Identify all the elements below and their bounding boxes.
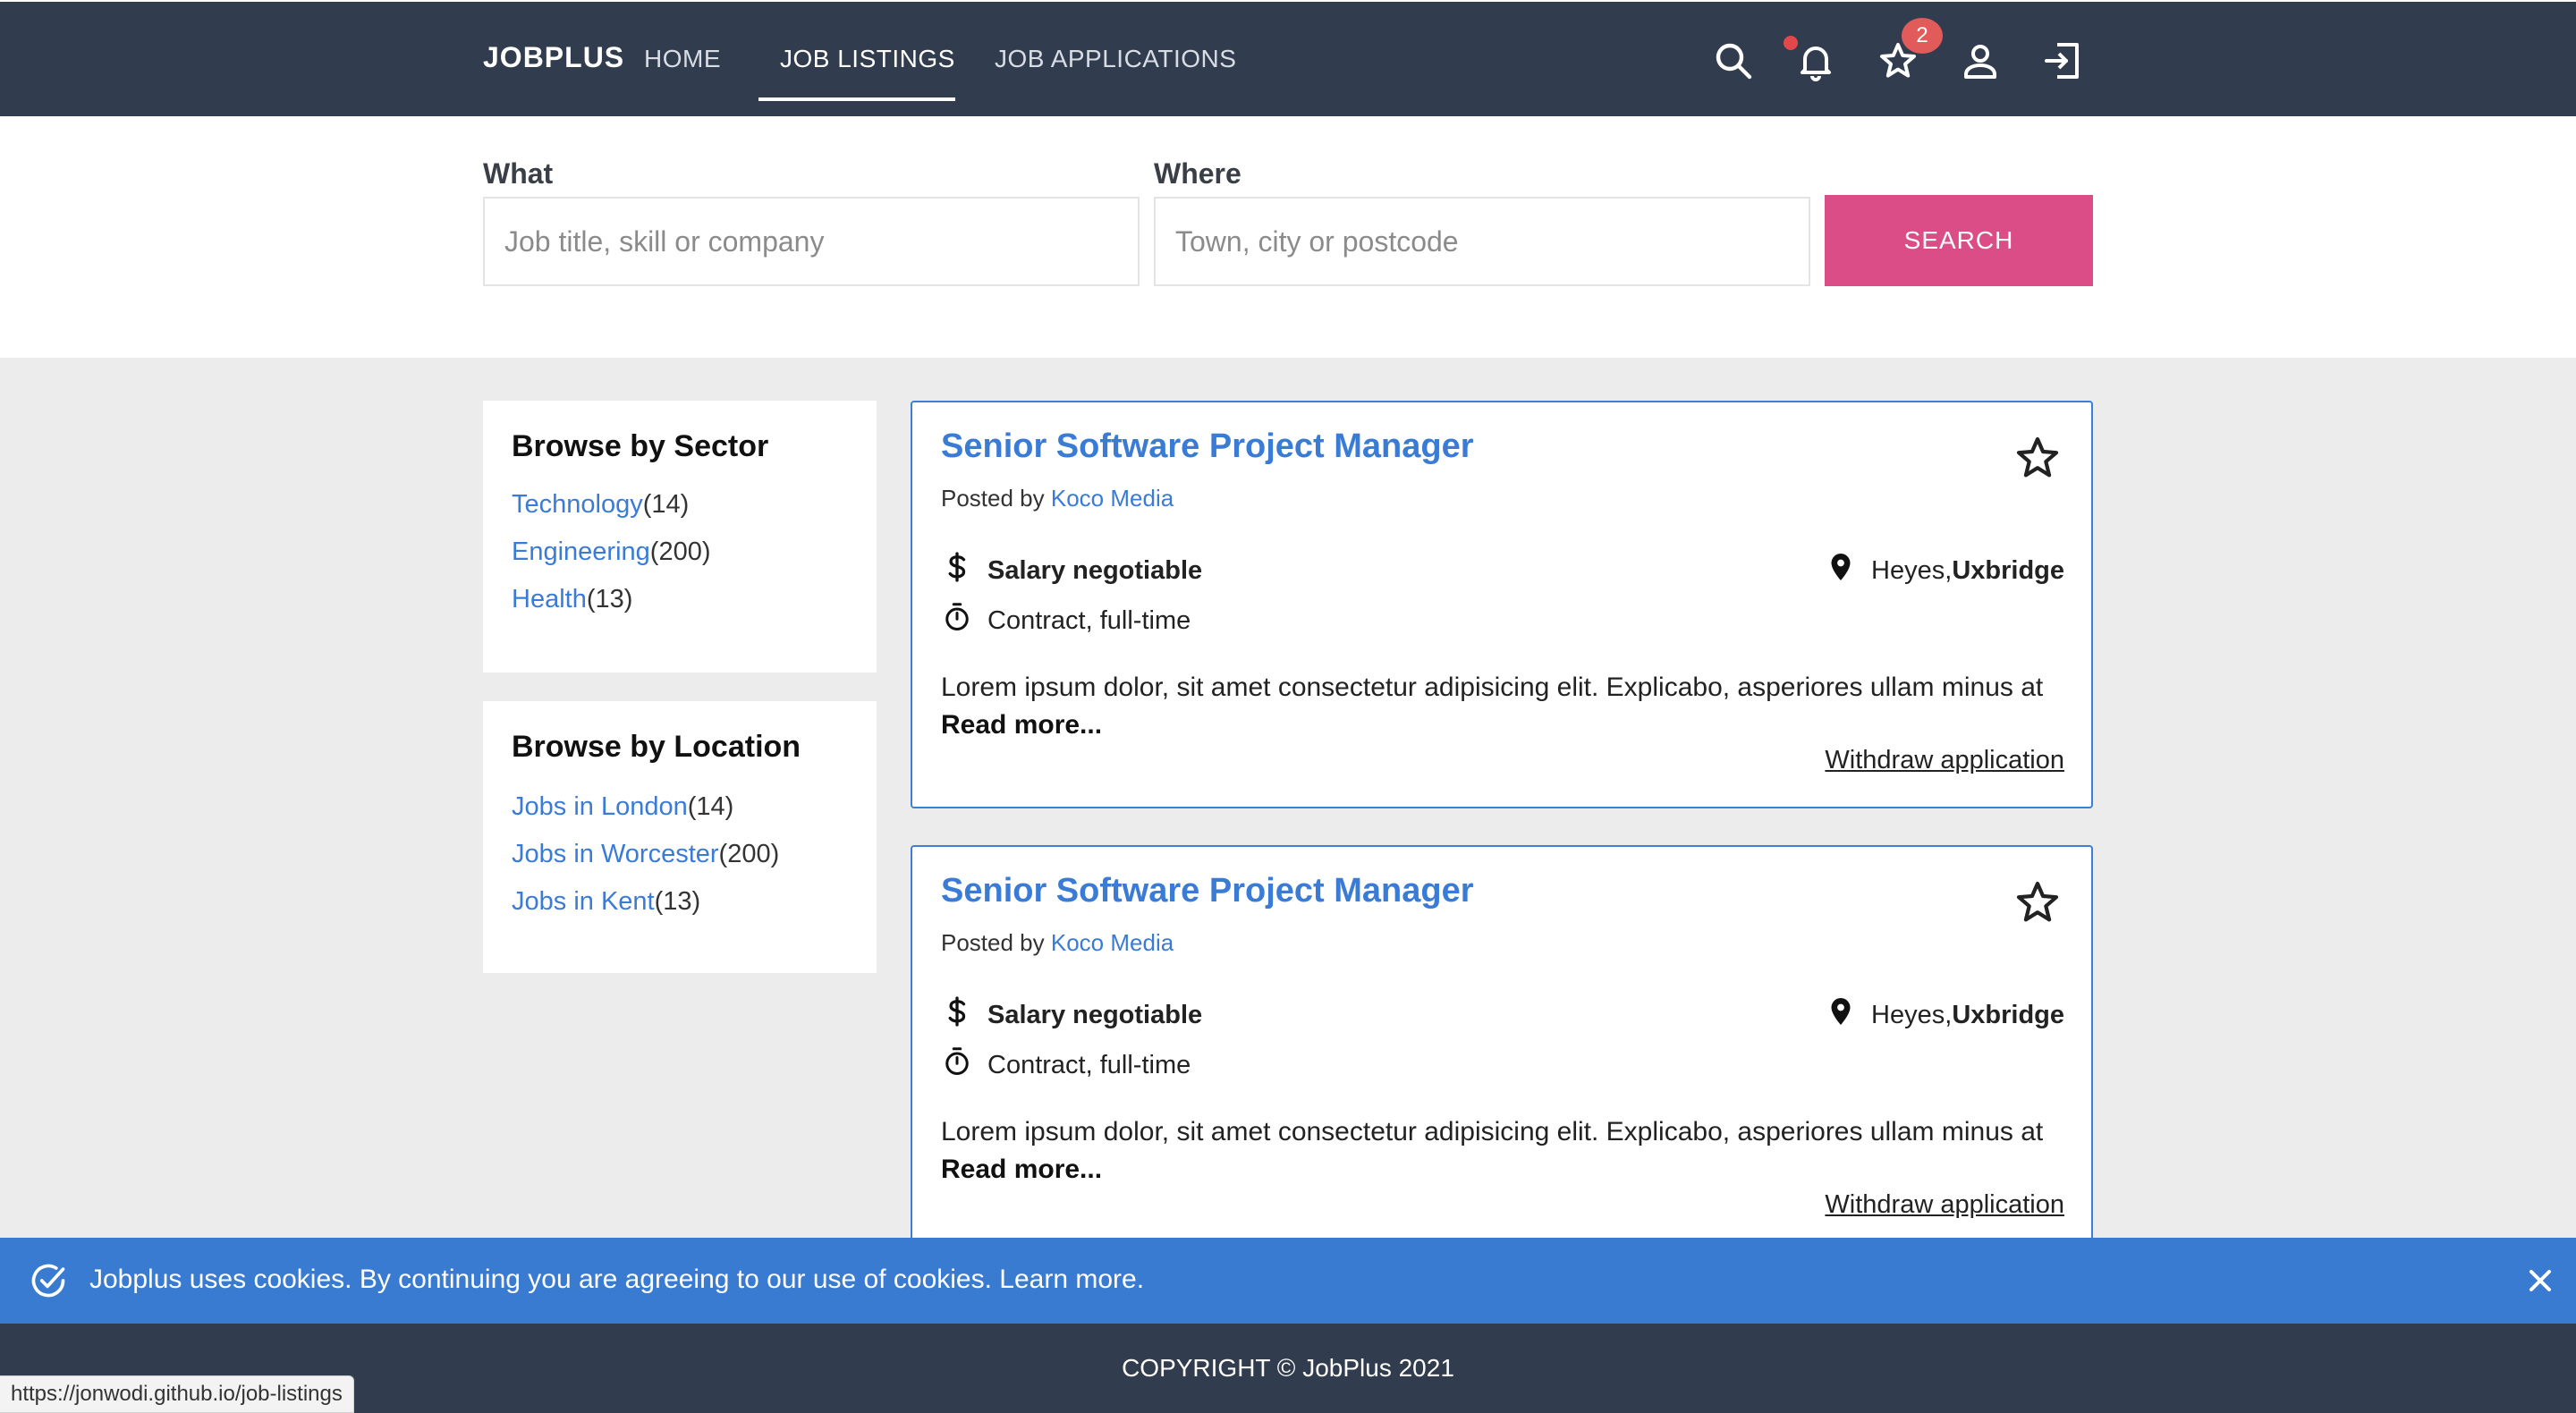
dollar-icon bbox=[941, 995, 973, 1035]
job-card: Senior Software Project Manager Posted b… bbox=[911, 401, 2093, 808]
read-more-link[interactable]: Read more... bbox=[941, 1155, 1102, 1185]
logout-icon[interactable] bbox=[2039, 38, 2086, 84]
posted-by-label: Posted by bbox=[941, 485, 1045, 512]
nav-home[interactable]: HOME bbox=[644, 45, 721, 73]
posted-by: Posted by Koco Media bbox=[941, 929, 1174, 957]
notification-dot bbox=[1784, 36, 1798, 50]
check-circle-icon bbox=[29, 1261, 68, 1300]
job-type-text: Contract, full-time bbox=[987, 605, 1191, 635]
location-link-london[interactable]: Jobs in London bbox=[512, 792, 688, 821]
location-item: Jobs in Worcester(200) bbox=[512, 840, 779, 869]
brand-logo[interactable]: JOBPLUS bbox=[483, 41, 624, 74]
read-more-link[interactable]: Read more... bbox=[941, 710, 1102, 740]
sector-title: Browse by Sector bbox=[512, 429, 769, 463]
sector-count: (200) bbox=[649, 537, 711, 566]
cookie-message: Jobplus uses cookies. By continuing you … bbox=[89, 1265, 1145, 1294]
salary: Salary negotiable bbox=[941, 995, 1202, 1035]
location-item: Jobs in London(14) bbox=[512, 792, 733, 822]
location-count: (200) bbox=[718, 840, 780, 868]
sector-count: (14) bbox=[642, 490, 690, 519]
sector-item: Technology(14) bbox=[512, 490, 689, 520]
favorite-star-icon[interactable] bbox=[2012, 433, 2063, 483]
location-link-worcester[interactable]: Jobs in Worcester bbox=[512, 840, 719, 868]
withdraw-application-link[interactable]: Withdraw application bbox=[1825, 746, 2064, 775]
status-bar-url: https://jonwodi.github.io/job-listings bbox=[0, 1375, 354, 1413]
location-area: Heyes, bbox=[1871, 555, 1953, 585]
what-input[interactable] bbox=[483, 197, 1140, 286]
close-icon[interactable] bbox=[2522, 1263, 2558, 1299]
job-title-link[interactable]: Senior Software Project Manager bbox=[941, 872, 1474, 910]
withdraw-application-link[interactable]: Withdraw application bbox=[1825, 1190, 2064, 1220]
location-item: Jobs in Kent(13) bbox=[512, 887, 700, 917]
where-label: Where bbox=[1154, 157, 1241, 190]
sector-link-technology[interactable]: Technology bbox=[512, 490, 643, 519]
location-count: (13) bbox=[654, 887, 701, 916]
location-text: Heyes,Uxbridge bbox=[1871, 1001, 2064, 1030]
location-pin-icon bbox=[1825, 551, 1857, 590]
job-type-text: Contract, full-time bbox=[987, 1050, 1191, 1079]
favorites-badge: 2 bbox=[1902, 18, 1943, 54]
user-icon[interactable] bbox=[1957, 38, 2004, 84]
location-text: Heyes,Uxbridge bbox=[1871, 556, 2064, 586]
browse-by-location-panel: Browse by Location Jobs in London(14) Jo… bbox=[483, 701, 877, 973]
what-label: What bbox=[483, 157, 554, 190]
location-city: Uxbridge bbox=[1952, 555, 2064, 585]
location-count: (14) bbox=[687, 792, 734, 821]
search-button[interactable]: SEARCH bbox=[1825, 195, 2093, 286]
job-description: Lorem ipsum dolor, sit amet consectetur … bbox=[941, 673, 2044, 702]
posted-by-label: Posted by bbox=[941, 929, 1045, 956]
company-link[interactable]: Koco Media bbox=[1051, 929, 1174, 956]
active-tab-indicator bbox=[758, 97, 955, 101]
job-type: Contract, full-time bbox=[941, 1045, 1191, 1085]
job-location: Heyes,Uxbridge bbox=[1825, 995, 2064, 1035]
cookie-banner: Jobplus uses cookies. By continuing you … bbox=[0, 1238, 2576, 1324]
posted-by: Posted by Koco Media bbox=[941, 485, 1174, 512]
job-location: Heyes,Uxbridge bbox=[1825, 551, 2064, 590]
stopwatch-icon bbox=[941, 1045, 973, 1085]
nav-job-listings[interactable]: JOB LISTINGS bbox=[780, 45, 955, 73]
job-card: Senior Software Project Manager Posted b… bbox=[911, 845, 2093, 1256]
browse-by-sector-panel: Browse by Sector Technology(14) Engineer… bbox=[483, 401, 877, 673]
search-icon[interactable] bbox=[1710, 38, 1757, 84]
footer: COPYRIGHT © JobPlus 2021 bbox=[0, 1324, 2576, 1413]
copyright-text: COPYRIGHT © JobPlus 2021 bbox=[1122, 1354, 1454, 1382]
sector-item: Engineering(200) bbox=[512, 537, 711, 567]
favorite-star-icon[interactable] bbox=[2012, 877, 2063, 927]
where-input[interactable] bbox=[1154, 197, 1810, 286]
job-description: Lorem ipsum dolor, sit amet consectetur … bbox=[941, 1117, 2044, 1146]
location-city: Uxbridge bbox=[1952, 1000, 2064, 1029]
location-link-kent[interactable]: Jobs in Kent bbox=[512, 887, 655, 916]
dollar-icon bbox=[941, 551, 973, 590]
stopwatch-icon bbox=[941, 601, 973, 640]
sector-item: Health(13) bbox=[512, 585, 632, 614]
location-title: Browse by Location bbox=[512, 730, 801, 764]
salary: Salary negotiable bbox=[941, 551, 1202, 590]
bell-icon[interactable] bbox=[1792, 38, 1839, 84]
job-title-link[interactable]: Senior Software Project Manager bbox=[941, 427, 1474, 466]
sector-link-health[interactable]: Health bbox=[512, 585, 587, 613]
sector-link-engineering[interactable]: Engineering bbox=[512, 537, 650, 566]
salary-text: Salary negotiable bbox=[987, 555, 1203, 585]
nav-job-applications[interactable]: JOB APPLICATIONS bbox=[995, 45, 1236, 73]
sector-count: (13) bbox=[586, 585, 633, 613]
company-link[interactable]: Koco Media bbox=[1051, 485, 1174, 512]
salary-text: Salary negotiable bbox=[987, 1000, 1203, 1029]
location-pin-icon bbox=[1825, 995, 1857, 1035]
location-area: Heyes, bbox=[1871, 1000, 1953, 1029]
navbar: JOBPLUS HOME JOB LISTINGS JOB APPLICATIO… bbox=[0, 0, 2576, 116]
job-type: Contract, full-time bbox=[941, 601, 1191, 640]
